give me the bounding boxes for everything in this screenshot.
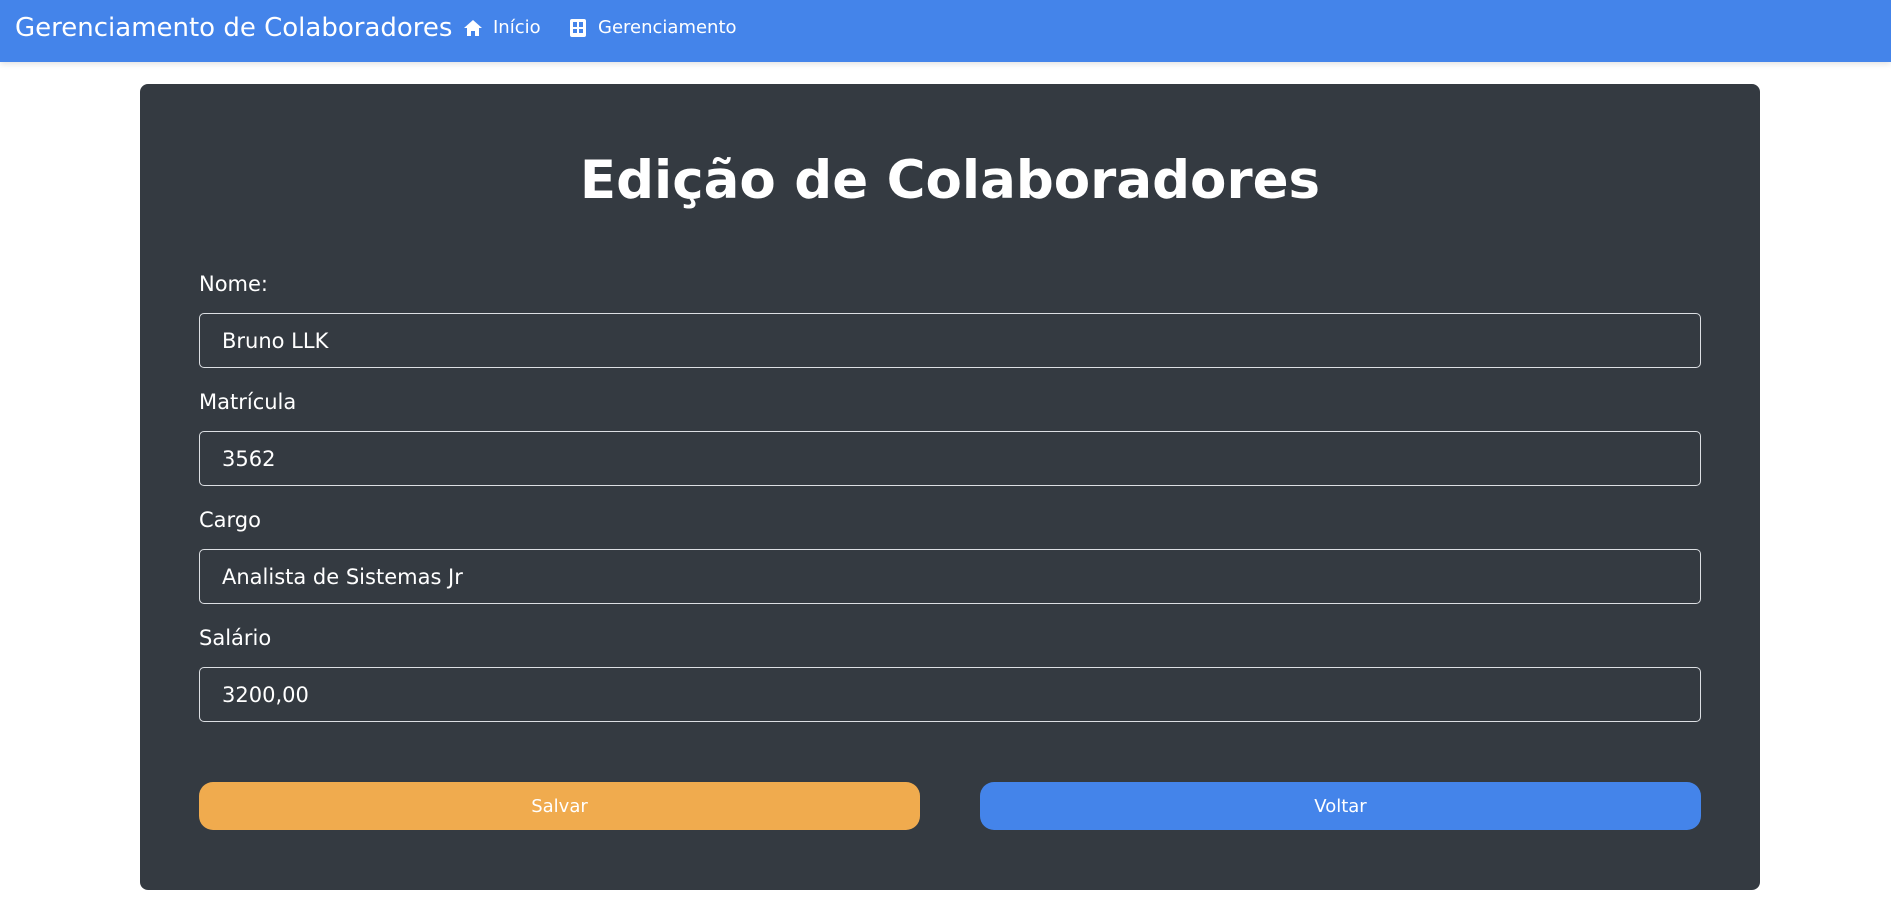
nav-link-gerenciamento[interactable]: Gerenciamento — [568, 16, 737, 40]
brand-title[interactable]: Gerenciamento de Colaboradores — [15, 12, 452, 44]
cargo-input[interactable] — [199, 549, 1701, 604]
nome-input[interactable] — [199, 313, 1701, 368]
nav-link-inicio-label: Início — [493, 17, 541, 38]
salario-input[interactable] — [199, 667, 1701, 722]
edit-collaborator-card: Edição de Colaboradores Nome: Matrícula … — [140, 84, 1760, 890]
nav-link-gerenciamento-label: Gerenciamento — [598, 17, 737, 38]
nav-link-inicio[interactable]: Início — [463, 16, 541, 40]
top-navbar: Gerenciamento de Colaboradores Início Ge… — [0, 0, 1891, 62]
id-card-icon — [568, 18, 588, 38]
matricula-label: Matrícula — [199, 390, 297, 414]
cargo-label: Cargo — [199, 508, 261, 532]
back-button[interactable]: Voltar — [980, 782, 1701, 830]
save-button[interactable]: Salvar — [199, 782, 920, 830]
salario-label: Salário — [199, 626, 272, 650]
nome-label: Nome: — [199, 272, 269, 296]
page-title: Edição de Colaboradores — [579, 150, 1321, 211]
home-icon — [463, 18, 483, 38]
matricula-input[interactable] — [199, 431, 1701, 486]
